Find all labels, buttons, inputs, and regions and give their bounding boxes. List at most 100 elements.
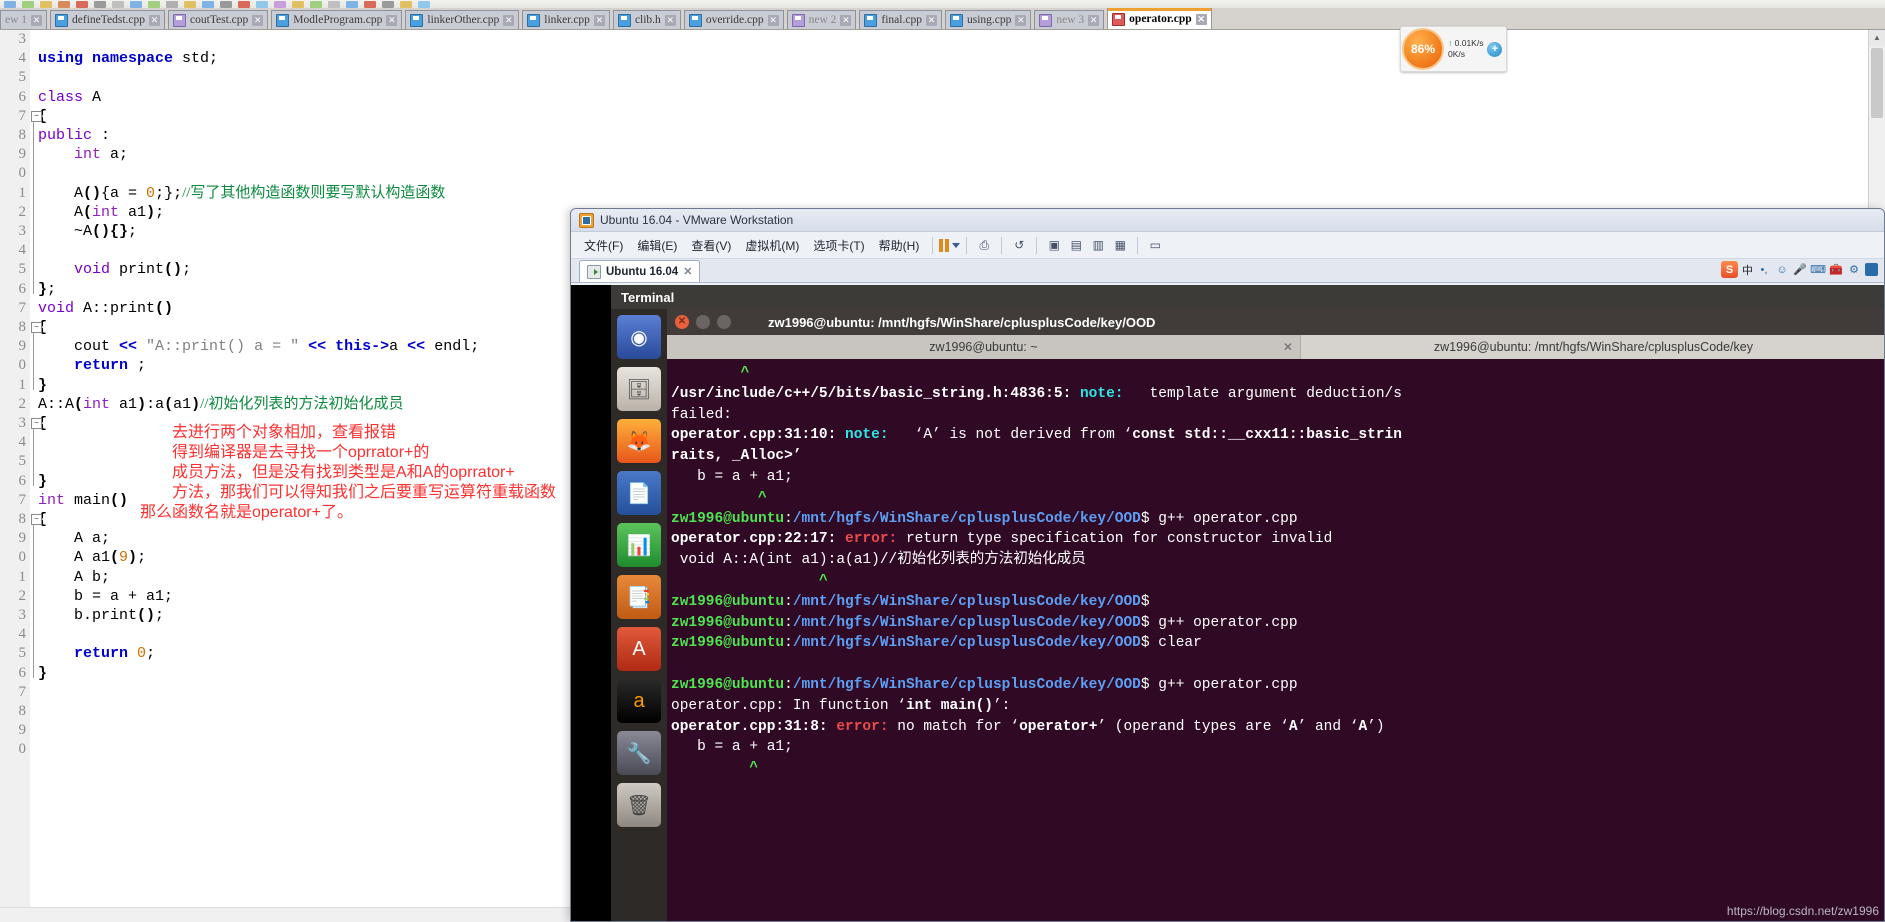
menu-file[interactable]: 文件(F) [577,234,630,257]
terminal-tab-1[interactable]: zw1996@ubuntu: ~ ✕ [667,335,1301,359]
amazon-icon[interactable]: a [617,679,661,723]
terminal-tab-strip[interactable]: zw1996@ubuntu: ~ ✕ zw1996@ubuntu: /mnt/h… [667,335,1884,359]
dropdown-caret-icon[interactable] [952,242,961,248]
editor-tab-bar[interactable]: ew 1 ✕ defineTedst.cpp ✕ coutTest.cpp ✕ ModleP… [0,8,1885,30]
editor-tab-linker-cpp[interactable]: linker.cpp ✕ [522,10,610,29]
system-monitor-widget[interactable]: 86% ↑ 0.01K/s 0K/s + [1400,26,1508,72]
snapshot-icon[interactable]: ⎙ [973,236,995,255]
toolbar-icon-15[interactable] [274,0,286,8]
guest-os-viewport[interactable]: Terminal ◉ 🗄 🦊 📄 📊 📑 Aa 🔧 🗑 ✕ zw1996@ubuntu: /mn… [571,285,1884,921]
editor-tab-close-icon[interactable]: ✕ [767,14,779,26]
editor-tab-close-icon[interactable]: ✕ [1088,14,1100,26]
toolbar-icon-19[interactable] [346,0,358,8]
toolbar-icon-0[interactable] [4,0,16,8]
toolbar-icon-7[interactable] [130,0,142,8]
keyboard-icon[interactable]: ⌨ [1810,263,1826,277]
editor-tab-final-cpp[interactable]: final.cpp ✕ [859,10,942,29]
editor-horizontal-scrollbar[interactable] [0,907,570,922]
editor-tab-close-icon[interactable]: ✕ [593,14,605,26]
libreoffice-calc-icon[interactable]: 📊 [617,523,661,567]
toolbar-icon-2[interactable] [40,0,52,8]
firefox-icon[interactable]: 🦊 [617,419,661,463]
toolbar-icon-13[interactable] [238,0,250,8]
scroll-thumb[interactable] [1871,48,1883,118]
layout-2-icon[interactable]: ▤ [1065,236,1087,255]
libreoffice-writer-icon[interactable]: 📄 [617,471,661,515]
editor-tab-close-icon[interactable]: ✕ [840,14,852,26]
toolbar-icon-14[interactable] [256,0,268,8]
expand-plus-icon[interactable]: + [1487,41,1503,57]
toolbar-icon-9[interactable] [166,0,178,8]
ime-chinese-icon[interactable]: 中 [1742,262,1753,278]
settings-icon[interactable]: ⚙ [1847,263,1861,277]
scroll-up-arrow[interactable]: ▲ [1869,30,1885,46]
layout-4-icon[interactable]: ▦ [1109,236,1131,255]
menu-view[interactable]: 查看(V) [684,234,738,257]
toolbar-icon-20[interactable] [364,0,376,8]
editor-tab-new-3[interactable]: new 3 ✕ [1034,10,1105,29]
menu-vm[interactable]: 虚拟机(M) [738,234,806,257]
editor-tab-override-cpp[interactable]: override.cpp ✕ [683,10,784,29]
editor-tab-linkerother-cpp[interactable]: linkerOther.cpp ✕ [405,10,520,29]
toolbar-icon-4[interactable] [76,0,88,8]
editor-tab-close-icon[interactable]: ✕ [386,14,398,26]
vmware-tab-row[interactable]: Ubuntu 16.04 ✕ S 中 •, ☺ 🎤 ⌨ 🧰 ⚙ [571,259,1884,283]
toolbar-icon-22[interactable] [400,0,412,8]
layout-1-icon[interactable]: ▣ [1043,236,1065,255]
trash-icon[interactable]: 🗑 [617,783,661,827]
editor-tab-operator-cpp[interactable]: operator.cpp ✕ [1107,8,1212,29]
toolbar-icon-8[interactable] [148,0,160,8]
toolbar-icon-16[interactable] [292,0,304,8]
console-icon[interactable]: ▭ [1144,236,1166,255]
unity-launcher[interactable]: ◉ 🗄 🦊 📄 📊 📑 Aa 🔧 🗑 [611,309,667,921]
editor-tab-couttest-cpp[interactable]: coutTest.cpp ✕ [168,10,269,29]
ime-tray[interactable]: S 中 •, ☺ 🎤 ⌨ 🧰 ⚙ [1721,261,1878,278]
editor-tab-modleprogram-cpp[interactable]: ModleProgram.cpp ✕ [271,10,403,29]
toolbar-icon-18[interactable] [328,0,340,8]
revert-icon[interactable]: ↺ [1008,236,1030,255]
toolbar-icon-23[interactable] [418,0,430,8]
editor-tab-close-icon[interactable]: ✕ [1195,13,1207,25]
vmware-vm-tab[interactable]: Ubuntu 16.04 ✕ [579,260,701,282]
toolbar-icon-5[interactable] [94,0,106,8]
vm-tab-close-icon[interactable]: ✕ [683,265,692,278]
editor-tab-using-cpp[interactable]: using.cpp ✕ [944,10,1032,29]
system-settings-icon[interactable]: 🔧 [617,731,661,775]
editor-tab-close-icon[interactable]: ✕ [664,14,676,26]
editor-tab-close-icon[interactable]: ✕ [252,14,264,26]
editor-tab-close-icon[interactable]: ✕ [503,14,515,26]
unity-top-panel[interactable]: Terminal [611,285,1884,309]
toolbar-icon-12[interactable] [220,0,232,8]
software-center-icon[interactable]: A [617,627,661,671]
toolbar-icon-17[interactable] [310,0,322,8]
half-width-icon[interactable]: •, [1757,263,1771,277]
editor-tab-definetedst-cpp[interactable]: defineTedst.cpp ✕ [50,10,166,29]
files-icon[interactable]: 🗄 [617,367,661,411]
toolbar-icon-6[interactable] [112,0,124,8]
toolbar-icon-10[interactable] [184,0,196,8]
menu-tabs[interactable]: 选项卡(T) [806,234,871,257]
menu-edit[interactable]: 编辑(E) [630,234,684,257]
maximize-icon[interactable] [717,315,731,329]
editor-tab-new-2[interactable]: new 2 ✕ [786,10,857,29]
close-icon[interactable]: ✕ [675,315,689,329]
editor-tab-close-icon[interactable]: ✕ [925,14,937,26]
terminal-tab-2[interactable]: zw1996@ubuntu: /mnt/hgfs/WinShare/cplusp… [1301,335,1884,359]
editor-tab-close-icon[interactable]: ✕ [31,14,43,26]
gnome-terminal-window[interactable]: ✕ zw1996@ubuntu: /mnt/hgfs/WinShare/cplu… [667,309,1884,921]
minimize-icon[interactable] [696,315,710,329]
terminal-tab-1-close-icon[interactable]: ✕ [1283,340,1293,354]
editor-tab-close-icon[interactable]: ✕ [149,14,161,26]
sogou-icon[interactable]: S [1721,261,1738,278]
editor-tab-close-icon[interactable]: ✕ [1015,14,1027,26]
editor-tab-ew-1[interactable]: ew 1 ✕ [0,10,48,29]
mic-icon[interactable]: 🎤 [1793,263,1807,277]
panel-icon[interactable] [1865,263,1878,276]
smiley-icon[interactable]: ☺ [1775,263,1789,277]
libreoffice-impress-icon[interactable]: 📑 [617,575,661,619]
menu-help[interactable]: 帮助(H) [872,234,927,257]
terminal-output[interactable]: ^ /usr/include/c++/5/bits/basic_string.h:… [667,359,1884,921]
editor-tab-clib-h[interactable]: clib.h ✕ [612,10,681,29]
toolbar-icon-11[interactable] [202,0,214,8]
ubuntu-dash-icon[interactable]: ◉ [617,315,661,359]
